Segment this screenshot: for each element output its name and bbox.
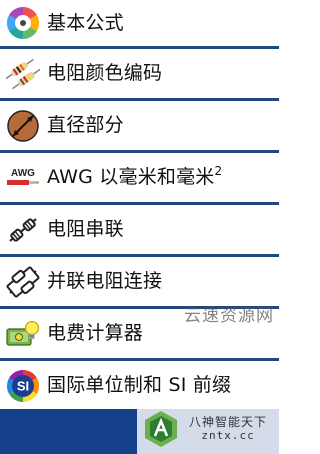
si-units-icon: SI bbox=[5, 368, 41, 404]
resistor-color-code-icon bbox=[5, 56, 41, 92]
watermark-logo-icon bbox=[145, 411, 177, 447]
resistors-parallel-icon bbox=[5, 264, 41, 300]
app-screen: 基本公式 电阻颜色编码 直径部分 AWG AWG 以毫米和毫米2 电阻串联 并联… bbox=[0, 0, 279, 454]
menu-item-label: 并联电阻连接 bbox=[47, 270, 163, 292]
watermark-logo: 八神智能天下 zntx.cc bbox=[137, 404, 279, 454]
menu-item-awg-mm[interactable]: AWG AWG 以毫米和毫米2 bbox=[0, 153, 279, 205]
watermark-logo-title: 八神智能天下 bbox=[189, 415, 268, 430]
menu-item-label: 电阻颜色编码 bbox=[47, 62, 163, 84]
squared-superscript: 2 bbox=[214, 164, 223, 178]
menu-item-label: 基本公式 bbox=[47, 11, 124, 34]
electricity-bill-calculator-icon bbox=[5, 316, 41, 352]
wire-diameter-icon bbox=[5, 108, 41, 144]
formula-wheel-icon bbox=[5, 5, 41, 41]
menu-item-label: 国际单位制和 SI 前缀 bbox=[47, 374, 232, 396]
menu-item-basic-formulas[interactable]: 基本公式 bbox=[0, 0, 279, 49]
menu-item-diameter-section[interactable]: 直径部分 bbox=[0, 101, 279, 153]
menu-item-parallel-resistors[interactable]: 并联电阻连接 bbox=[0, 257, 279, 309]
menu-item-resistor-color-code[interactable]: 电阻颜色编码 bbox=[0, 49, 279, 101]
menu-item-label: AWG 以毫米和毫米2 bbox=[47, 165, 222, 188]
si-badge-text: SI bbox=[17, 378, 29, 393]
menu-item-label: 电费计算器 bbox=[47, 322, 144, 344]
menu-item-label: 电阻串联 bbox=[47, 218, 124, 240]
menu-item-series-resistors[interactable]: 电阻串联 bbox=[0, 205, 279, 257]
watermark-logo-url: zntx.cc bbox=[201, 428, 255, 442]
awg-cable-icon: AWG bbox=[5, 160, 41, 196]
calculator-menu-list: 基本公式 电阻颜色编码 直径部分 AWG AWG 以毫米和毫米2 电阻串联 并联… bbox=[0, 0, 279, 413]
menu-item-electricity-bill-calculator[interactable]: 电费计算器 bbox=[0, 309, 279, 361]
menu-item-label: 直径部分 bbox=[47, 114, 124, 136]
resistors-series-icon bbox=[5, 212, 41, 248]
awg-badge-text: AWG bbox=[11, 168, 35, 179]
awg-label-text: AWG 以毫米和毫米 bbox=[47, 166, 215, 188]
